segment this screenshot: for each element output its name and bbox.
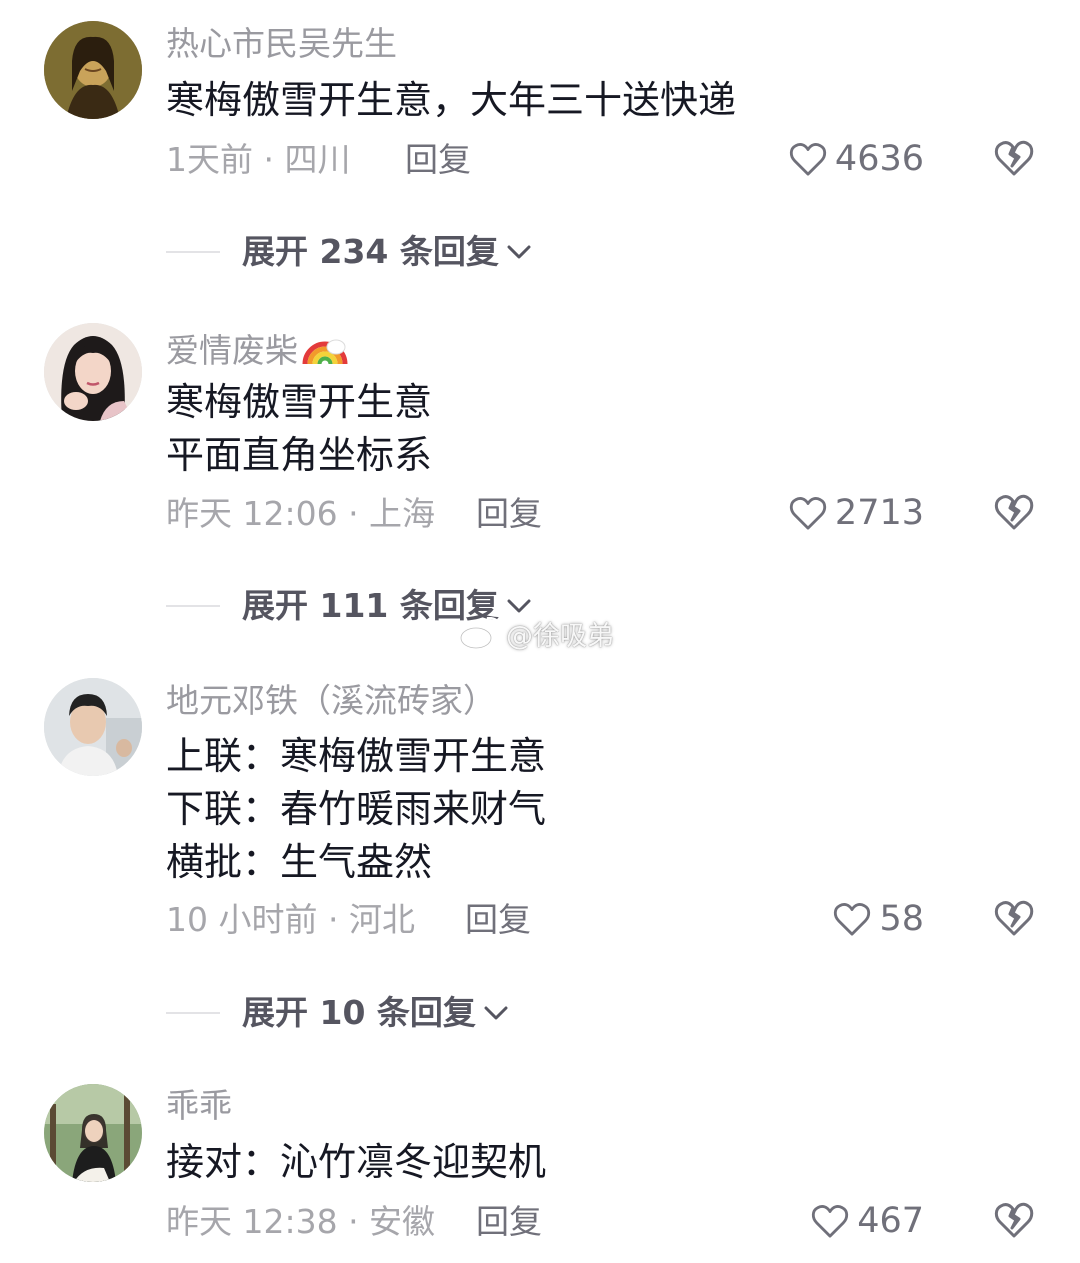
comment-text: 上联：寒梅傲雪开生意 下联：春竹暖雨来财气 横批：生气盎然 — [166, 730, 546, 889]
divider-line — [166, 251, 220, 253]
comment-meta: 1天前 · 四川 — [166, 140, 351, 179]
reply-button[interactable]: 回复 — [476, 1202, 542, 1242]
reply-button[interactable]: 回复 — [465, 900, 531, 940]
avatar[interactable] — [44, 21, 142, 119]
watermark: @徐吸弟 — [458, 614, 614, 653]
avatar[interactable] — [44, 1084, 142, 1182]
comment-text: 寒梅傲雪开生意 平面直角坐标系 — [166, 376, 432, 482]
chevron-down-icon — [507, 245, 531, 259]
avatar[interactable] — [44, 323, 142, 421]
comment-line: 寒梅傲雪开生意，大年三十送快递 — [166, 78, 737, 122]
comment-line: 接对：沁竹凛冬迎契机 — [166, 1140, 547, 1184]
comment-line: 寒梅傲雪开生意 — [166, 380, 433, 424]
chevron-down-icon — [507, 599, 531, 613]
divider-line — [166, 605, 220, 607]
comment-line: 平面直角坐标系 — [166, 433, 433, 477]
broken-heart-icon[interactable] — [994, 899, 1034, 937]
expand-replies-button[interactable]: 展开 10 条回复 — [166, 993, 510, 1033]
heart-outline-icon — [834, 903, 871, 936]
broken-heart-icon[interactable] — [994, 139, 1034, 177]
heart-outline-icon — [789, 143, 827, 176]
expand-label: 展开 234 条回复 — [242, 232, 499, 271]
like-button[interactable]: 4636 — [789, 139, 924, 179]
like-count: 467 — [857, 1201, 924, 1241]
comment-meta: 昨天 12:06 · 上海 — [166, 494, 436, 533]
reply-button[interactable]: 回复 — [405, 140, 471, 180]
username-text: 爱情废柴 — [166, 331, 298, 370]
comment-line: 横批：生气盎然 — [166, 840, 433, 884]
like-button[interactable]: 58 — [833, 899, 924, 939]
username[interactable]: 爱情废柴 — [166, 326, 348, 371]
like-button[interactable]: 2713 — [789, 493, 924, 533]
username[interactable]: 乖乖 — [166, 1086, 232, 1126]
comment-list: 热心市民吴先生 寒梅傲雪开生意，大年三十送快递 1天前 · 四川 回复 4636… — [0, 0, 1080, 1263]
expand-label: 展开 10 条回复 — [242, 993, 476, 1032]
heart-outline-icon — [812, 1205, 849, 1238]
broken-heart-icon[interactable] — [994, 1201, 1034, 1239]
reply-button[interactable]: 回复 — [476, 494, 542, 534]
rainbow-emoji — [302, 339, 348, 365]
watermark-text: @徐吸弟 — [506, 621, 614, 652]
like-button[interactable]: 467 — [811, 1201, 924, 1241]
like-count: 2713 — [834, 493, 924, 533]
like-count: 4636 — [834, 139, 924, 179]
broken-heart-icon[interactable] — [994, 493, 1034, 531]
username[interactable]: 地元邓铁（溪流砖家） — [166, 681, 496, 721]
comment-meta: 10 小时前 · 河北 — [166, 900, 415, 939]
comment-meta: 昨天 12:38 · 安徽 — [166, 1202, 436, 1241]
comment-text: 寒梅傲雪开生意，大年三十送快递 — [166, 74, 736, 127]
divider-line — [166, 1012, 220, 1014]
avatar[interactable] — [44, 678, 142, 776]
comment-line: 下联：春竹暖雨来财气 — [166, 787, 547, 831]
comment-line: 上联：寒梅傲雪开生意 — [166, 734, 547, 778]
heart-outline-icon — [789, 497, 827, 530]
chevron-down-icon — [484, 1006, 508, 1020]
expand-replies-button[interactable]: 展开 234 条回复 — [166, 232, 533, 272]
weibo-logo-icon — [459, 616, 502, 649]
like-count: 58 — [879, 899, 924, 939]
comment-text: 接对：沁竹凛冬迎契机 — [166, 1136, 546, 1189]
username[interactable]: 热心市民吴先生 — [166, 24, 397, 64]
